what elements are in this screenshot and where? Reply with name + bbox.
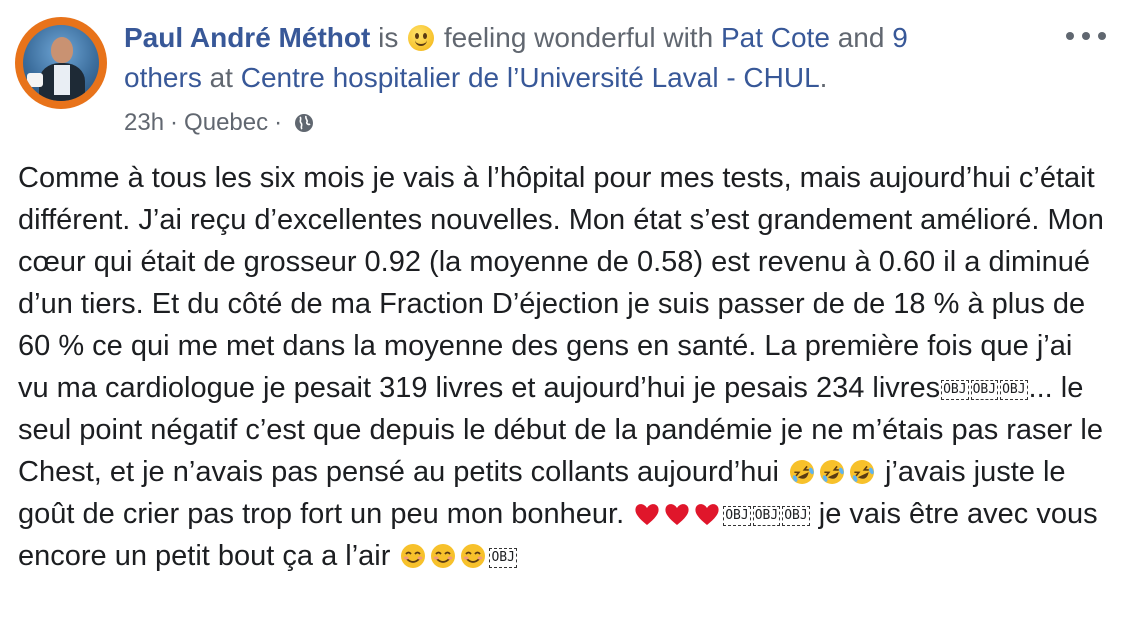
red-heart-icon	[635, 504, 659, 525]
smiling-face-icon	[408, 25, 435, 51]
author-name-link[interactable]: Paul André Méthot	[124, 22, 370, 53]
post-place-link[interactable]: Quebec	[184, 108, 268, 138]
object-replacement-char: OBJ	[723, 506, 751, 526]
object-replacement-char: OBJ	[489, 548, 517, 568]
meta-separator: ·	[170, 109, 179, 136]
object-replacement-char: OBJ	[782, 506, 810, 526]
post-meta: 23h · Quebec ·	[124, 108, 314, 138]
avatar-person-head	[51, 37, 73, 63]
red-heart-icon	[695, 504, 719, 525]
post-time-link[interactable]: 23h	[124, 108, 164, 138]
smiling-face-icon	[461, 544, 486, 568]
object-replacement-char: OBJ	[752, 506, 781, 526]
red-heart-icon	[665, 504, 689, 525]
avatar-photo	[23, 25, 99, 101]
meta-separator: ·	[274, 109, 283, 136]
more-dot	[1066, 32, 1074, 40]
location-link[interactable]: Centre hospitalier de l’Université Laval…	[241, 62, 820, 93]
feeling-text: feeling wonderful with	[443, 22, 714, 53]
more-dot	[1098, 32, 1106, 40]
rolling-on-floor-laughing-icon	[819, 460, 844, 484]
facebook-post: Paul André Méthot is feeling wonderful w…	[0, 0, 1122, 640]
object-replacement-char: OBJ	[970, 380, 999, 400]
globe-icon[interactable]	[294, 113, 314, 133]
post-header: Paul André Méthot is feeling wonderful w…	[124, 18, 1024, 98]
others-link[interactable]: others	[124, 62, 202, 93]
smiling-face-icon	[401, 544, 426, 568]
tagged-friend-link[interactable]: Pat Cote	[721, 22, 830, 53]
others-count-link[interactable]: 9	[892, 22, 908, 53]
post-body: Comme à tous les six mois je vais à l’hô…	[18, 157, 1108, 577]
object-replacement-char: OBJ	[941, 380, 969, 400]
object-replacement-char: OBJ	[1000, 380, 1028, 400]
smiling-face-icon	[431, 544, 456, 568]
avatar-logo	[27, 73, 43, 87]
period-text: .	[819, 62, 828, 93]
post-message: Comme à tous les six mois je vais à l’hô…	[18, 157, 1108, 577]
at-text: at	[209, 62, 233, 93]
rolling-on-floor-laughing-icon	[789, 460, 814, 484]
body-segment-1: Comme à tous les six mois je vais à l’hô…	[18, 162, 1112, 404]
more-options-icon[interactable]	[1066, 26, 1106, 46]
avatar-shirt	[54, 65, 70, 95]
author-avatar[interactable]	[15, 17, 107, 109]
is-text: is	[378, 22, 399, 53]
more-dot	[1082, 32, 1090, 40]
rolling-on-floor-laughing-icon	[849, 460, 874, 484]
and-text: and	[837, 22, 885, 53]
